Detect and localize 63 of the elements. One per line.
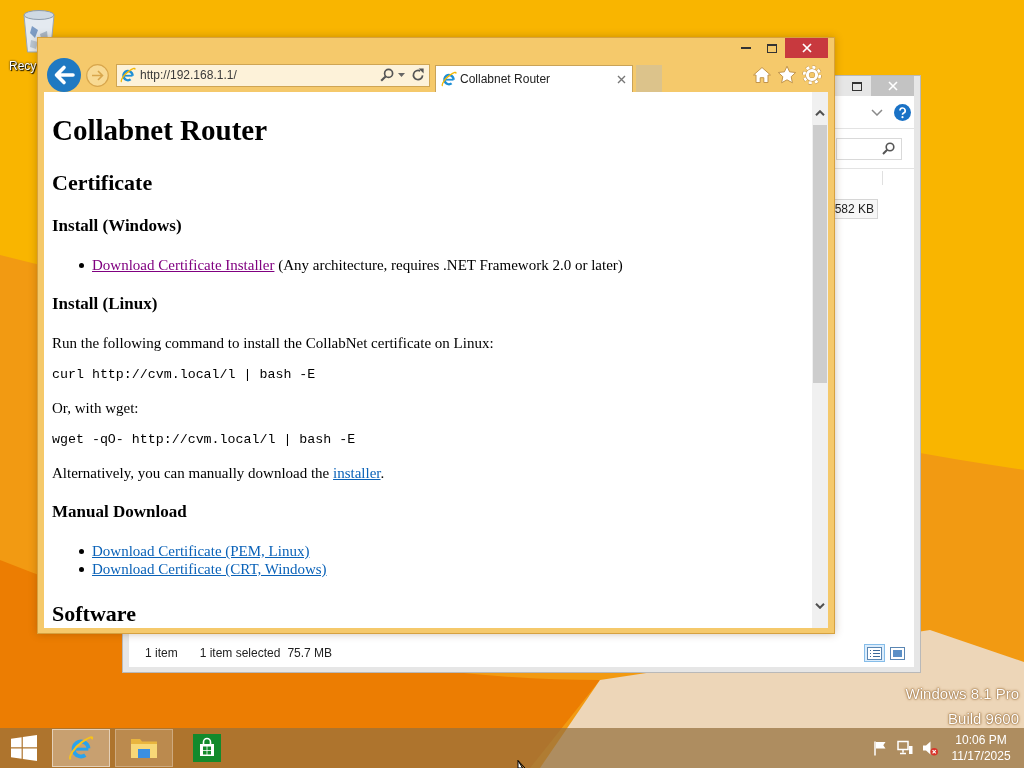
subsection-heading: Install (Linux) bbox=[52, 294, 159, 314]
text-link[interactable]: Download Certificate Installer bbox=[92, 257, 275, 273]
code-line: wget -qO- http://cvm.local/l | bash -E bbox=[52, 432, 357, 448]
close-icon bbox=[801, 43, 812, 53]
window-panes-icon[interactable] bbox=[11, 735, 37, 761]
browser-e-icon bbox=[120, 67, 136, 83]
shopping-bag-icon bbox=[193, 734, 221, 762]
paragraph: Alternatively, you can manually download the installer. bbox=[52, 464, 386, 482]
section-heading: Certificate bbox=[52, 170, 154, 196]
browser-e-icon bbox=[441, 71, 457, 87]
bullet-icon bbox=[79, 548, 84, 554]
subsection-heading: Manual Download bbox=[52, 502, 188, 522]
view-button[interactable] bbox=[887, 644, 908, 662]
selection-count: 1 item selected bbox=[199, 646, 281, 660]
maximize-icon bbox=[852, 81, 862, 91]
search-icon[interactable] bbox=[380, 68, 394, 82]
star-icon[interactable] bbox=[777, 65, 797, 85]
close-tab-icon[interactable] bbox=[617, 74, 626, 84]
scrollbar-thumb[interactable] bbox=[813, 125, 827, 383]
os-watermark-text: Windows 8.1 Pro bbox=[905, 684, 1019, 704]
page-title: Collabnet Router bbox=[52, 113, 269, 147]
browser-e-icon bbox=[68, 735, 94, 761]
paragraph: Run the following command to install the CollabNet certificate on Linux: bbox=[52, 334, 495, 352]
view-button[interactable] bbox=[864, 644, 885, 662]
scroll-down-icon[interactable] bbox=[815, 603, 825, 609]
text-link[interactable]: Download Certificate (CRT, Windows) bbox=[92, 560, 327, 578]
folder-icon bbox=[130, 736, 158, 760]
bullet-icon bbox=[79, 262, 84, 268]
taskbar-button[interactable] bbox=[115, 729, 173, 767]
subsection-heading: Install (Windows) bbox=[52, 216, 183, 236]
list-item: Download Certificate Installer (Any architecture, requires .NET Framework 2.0 or later) bbox=[92, 256, 623, 274]
settings-icon[interactable] bbox=[802, 65, 822, 85]
refresh-icon[interactable] bbox=[411, 68, 425, 82]
speaker-icon[interactable] bbox=[922, 740, 938, 756]
help-icon[interactable] bbox=[894, 103, 911, 121]
minimize-icon bbox=[741, 47, 751, 49]
chevron-down-icon[interactable] bbox=[871, 108, 883, 116]
os-watermark-text: Build 9600 bbox=[948, 709, 1019, 729]
code-line: curl http://cvm.local/l | bash -E bbox=[52, 367, 317, 383]
item-count: 1 item bbox=[145, 646, 178, 660]
home-icon[interactable] bbox=[752, 65, 772, 85]
scroll-up-icon[interactable] bbox=[815, 110, 825, 116]
section-heading: Software bbox=[52, 601, 137, 627]
bullet-icon bbox=[79, 566, 84, 572]
caret-down-icon[interactable] bbox=[398, 73, 405, 77]
maximize-icon bbox=[767, 43, 777, 53]
back-icon[interactable] bbox=[47, 58, 81, 92]
browser-tab[interactable]: Collabnet Router bbox=[435, 65, 633, 92]
details-view-icon bbox=[867, 646, 882, 660]
mouse-pointer-icon bbox=[517, 760, 528, 768]
close-icon bbox=[887, 81, 898, 91]
flag-icon[interactable] bbox=[872, 740, 888, 756]
search-icon bbox=[882, 142, 895, 155]
text-link[interactable]: Download Certificate (PEM, Linux) bbox=[92, 542, 310, 560]
address-field[interactable]: http://192.168.1.1/ bbox=[140, 68, 376, 82]
large-icons-view-icon bbox=[890, 646, 905, 660]
paragraph: Or, with wget: bbox=[52, 399, 140, 417]
search-field[interactable] bbox=[836, 137, 902, 160]
network-icon[interactable] bbox=[897, 740, 913, 756]
scrollbar[interactable] bbox=[812, 92, 828, 628]
address-bar[interactable]: http://192.168.1.1/ bbox=[116, 63, 430, 87]
text-link[interactable]: installer bbox=[333, 465, 381, 481]
selection-size: 75.7 MB bbox=[287, 646, 333, 660]
